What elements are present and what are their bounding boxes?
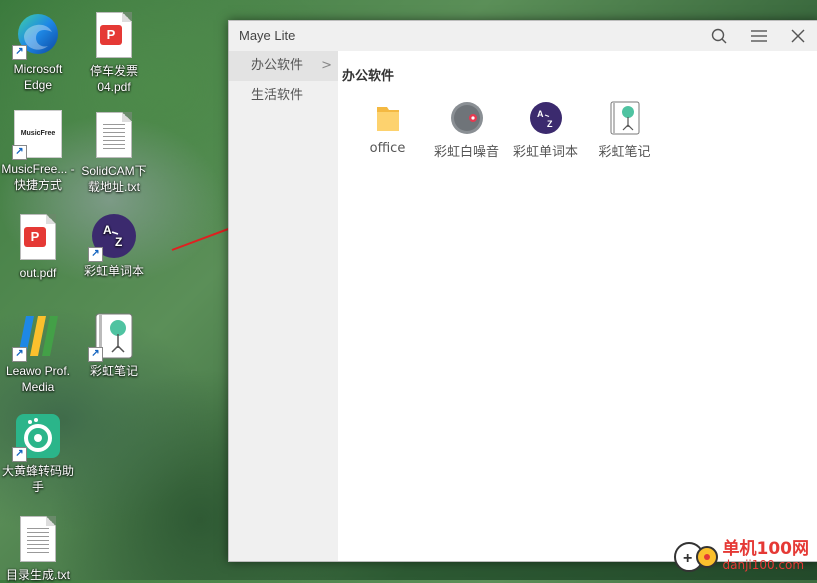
watermark-logo-icon: + xyxy=(673,542,718,572)
desktop-icon-label: 彩虹笔记 xyxy=(89,364,138,378)
desktop-icon-label: 大黄蜂转码助手 xyxy=(1,464,74,494)
shortcut-arrow-icon: ↗ xyxy=(88,347,103,362)
watermark-url-text: danji100.com xyxy=(722,558,805,572)
search-button[interactable] xyxy=(707,25,731,47)
app-item-word-book[interactable]: A Z 彩虹单词本 xyxy=(506,101,585,160)
desktop-icon-label: Microsoft Edge xyxy=(13,62,63,92)
desktop-icon-pdf-invoice[interactable]: P 停车发票04.pdf xyxy=(76,10,152,95)
shortcut-arrow-icon: ↗ xyxy=(12,145,27,160)
category-sidebar: 办公软件 > 生活软件 xyxy=(229,51,338,561)
text-file-icon xyxy=(14,516,62,564)
desktop-icon-word-book[interactable]: A Z ↗ 彩虹单词本 xyxy=(76,212,152,279)
notes-icon xyxy=(608,101,642,135)
window-title: Maye Lite xyxy=(239,28,296,43)
app-item-office[interactable]: office xyxy=(348,101,427,160)
desktop-icon-edge[interactable]: ↗ Microsoft Edge xyxy=(0,10,76,93)
app-item-label: 彩虹白噪音 xyxy=(433,145,499,160)
desktop-icon-hornet[interactable]: ↗ 大黄蜂转码助手 xyxy=(0,412,76,495)
desktop-icon-notes[interactable]: ↗ 彩虹笔记 xyxy=(76,312,152,379)
desktop-icon-toc-txt[interactable]: 目录生成.txt xyxy=(0,514,76,583)
desktop-icon-musicfree[interactable]: MusicFree ↗ MusicFree... - 快捷方式 xyxy=(0,110,76,193)
shortcut-arrow-icon: ↗ xyxy=(88,247,103,262)
app-item-label: 彩虹单词本 xyxy=(512,145,578,160)
svg-text:A: A xyxy=(103,223,112,237)
desktop-icon-label: MusicFree... - 快捷方式 xyxy=(1,162,75,192)
sidebar-item-life[interactable]: 生活软件 xyxy=(229,81,338,111)
word-book-icon: A Z xyxy=(529,101,563,135)
desktop-icon-label: 目录生成.txt xyxy=(5,568,70,582)
white-noise-icon xyxy=(450,101,484,135)
svg-text:+: + xyxy=(683,550,692,567)
desktop-icon-label: out.pdf xyxy=(19,266,57,280)
sidebar-item-label: 生活软件 xyxy=(251,88,304,103)
desktop-icon-label: 停车发票04.pdf xyxy=(89,64,138,94)
folder-icon xyxy=(371,101,405,135)
leawo-icon: ↗ xyxy=(12,312,62,362)
shortcut-arrow-icon: ↗ xyxy=(12,45,27,60)
app-item-notes[interactable]: 彩虹笔记 xyxy=(585,101,664,160)
search-icon xyxy=(711,28,727,44)
svg-text:Z: Z xyxy=(115,235,122,249)
watermark-cn-text: 单机100网 xyxy=(722,539,810,559)
app-item-label: 彩虹笔记 xyxy=(598,145,651,160)
edge-icon: ↗ xyxy=(12,10,62,60)
hamburger-menu-icon xyxy=(751,30,767,42)
desktop-icon-label: Leawo Prof. Media xyxy=(5,364,71,394)
desktop-icon-leawo[interactable]: ↗ Leawo Prof. Media xyxy=(0,312,76,395)
notes-icon: ↗ xyxy=(88,312,138,362)
app-grid: office 彩虹白噪音 A Z 彩虹单词本 彩虹笔记 xyxy=(348,101,664,160)
pdf-file-icon: P xyxy=(90,12,138,60)
text-file-icon xyxy=(90,112,138,160)
desktop-icon-out-pdf[interactable]: P out.pdf xyxy=(0,212,76,281)
desktop-icon-label: SolidCAM下载地址.txt xyxy=(81,164,147,194)
site-watermark: + 单机100网 danji100.com xyxy=(673,538,810,576)
maye-lite-window: Maye Lite 办公软件 > 生活软件 办公软件 office 彩虹白噪音 … xyxy=(228,20,817,562)
hornet-converter-icon: ↗ xyxy=(12,412,62,462)
menu-button[interactable] xyxy=(747,25,771,47)
chevron-right-icon: > xyxy=(321,58,332,73)
pdf-file-icon: P xyxy=(14,214,62,262)
sidebar-item-office[interactable]: 办公软件 > xyxy=(229,51,338,81)
svg-text:Z: Z xyxy=(547,119,553,129)
sidebar-item-label: 办公软件 xyxy=(251,58,304,73)
svg-text:A: A xyxy=(537,109,544,119)
word-book-icon: A Z ↗ xyxy=(88,212,138,262)
app-item-white-noise[interactable]: 彩虹白噪音 xyxy=(427,101,506,160)
shortcut-arrow-icon: ↗ xyxy=(12,447,27,462)
musicfree-icon: MusicFree ↗ xyxy=(12,110,62,160)
title-bar: Maye Lite xyxy=(229,21,817,51)
close-button[interactable] xyxy=(786,25,810,47)
desktop-icon-label: 彩虹单词本 xyxy=(83,264,144,278)
app-grid-panel: 办公软件 office 彩虹白噪音 A Z 彩虹单词本 彩虹笔记 xyxy=(338,51,817,561)
shortcut-arrow-icon: ↗ xyxy=(12,347,27,362)
close-icon xyxy=(791,29,805,43)
desktop-icon-solidcam-txt[interactable]: SolidCAM下载地址.txt xyxy=(76,110,152,195)
app-item-label: office xyxy=(369,141,406,156)
section-title: 办公软件 xyxy=(342,69,395,84)
